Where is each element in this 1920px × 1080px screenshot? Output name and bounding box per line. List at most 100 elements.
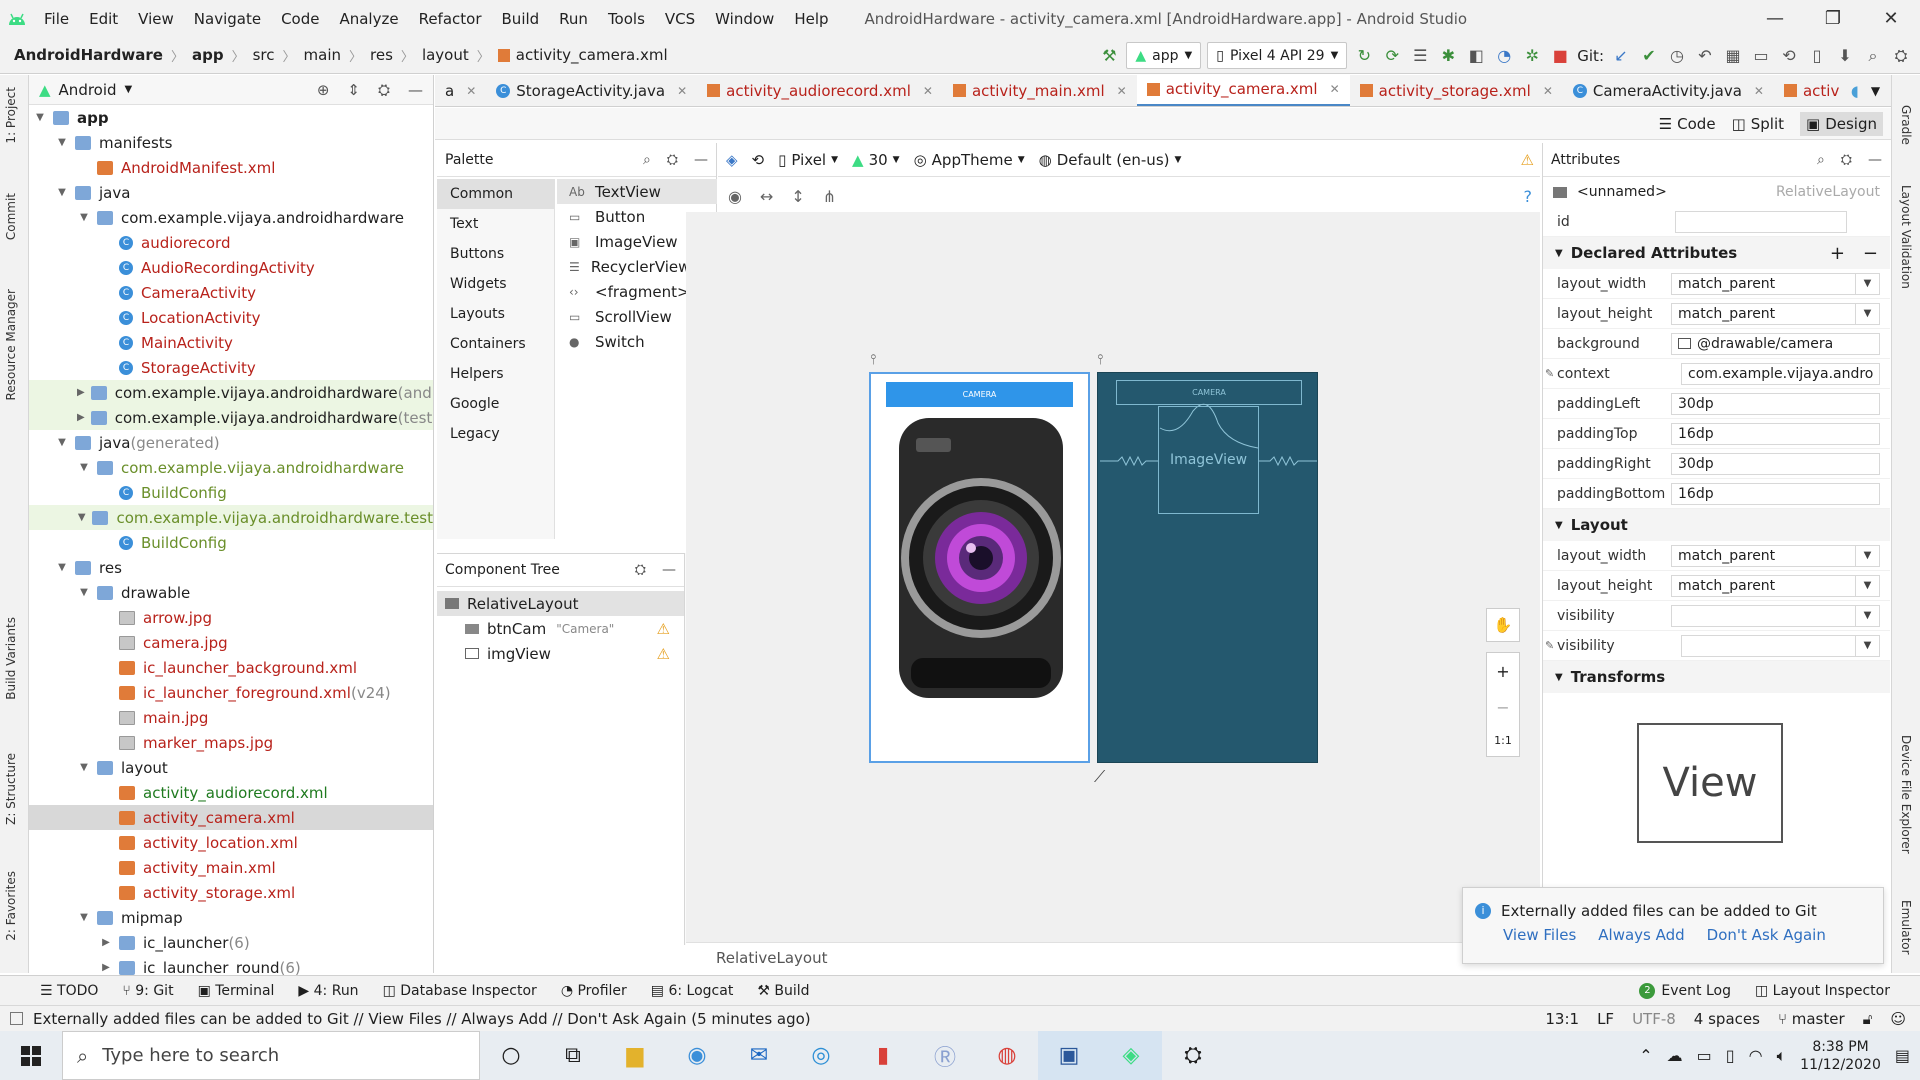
project-tree-node[interactable]: ▶ com.example.vijaya.androidhardware (tes… <box>29 405 433 430</box>
palette-category[interactable]: Containers <box>437 329 554 359</box>
maximize-icon[interactable]: ❐ <box>1804 0 1862 37</box>
run-config-select[interactable]: ▲ app ▼ <box>1126 42 1202 69</box>
avd-manager-icon[interactable]: ▭ <box>1750 45 1772 67</box>
expand-arrow-icon[interactable]: ▼ <box>77 912 91 923</box>
battery-icon[interactable]: ▯ <box>1726 1046 1735 1065</box>
menu-window[interactable]: Window <box>705 10 784 28</box>
breadcrumb-item[interactable]: src <box>253 46 275 64</box>
menu-help[interactable]: Help <box>784 10 838 28</box>
menu-file[interactable]: File <box>34 10 79 28</box>
project-tree-node[interactable]: activity_storage.xml <box>29 880 433 905</box>
project-tree-node[interactable]: ▶ com.example.vijaya.androidhardware (and… <box>29 380 433 405</box>
gear-icon[interactable]: ⛭ <box>635 562 646 578</box>
indent-setting[interactable]: 4 spaces <box>1694 1010 1760 1028</box>
tree-item-btncam[interactable]: btnCam "Camera" ⚠ <box>437 616 684 641</box>
gear-icon[interactable]: ⛭ <box>378 81 390 99</box>
close-tab-icon[interactable]: ✕ <box>466 84 476 98</box>
attribute-value-field[interactable]: 16dp <box>1671 482 1880 505</box>
settings-icon[interactable]: ⛭ <box>1890 45 1912 67</box>
expand-arrow-icon[interactable]: ▶ <box>77 387 85 398</box>
tab-favorites[interactable]: 2: Favorites <box>4 871 18 941</box>
chevron-down-icon[interactable]: ▼ <box>1855 605 1879 626</box>
orientation-icon[interactable]: ⟲ <box>752 151 765 169</box>
project-structure-icon[interactable]: ▦ <box>1722 45 1744 67</box>
zoom-in-icon[interactable]: + <box>1496 662 1509 681</box>
breadcrumb-item[interactable]: activity_camera.xml <box>497 46 668 64</box>
edge-icon[interactable]: ◎ <box>790 1031 852 1080</box>
logcat-tab[interactable]: ▤ 6: Logcat <box>651 983 734 999</box>
expand-arrow-icon[interactable]: ▼ <box>55 562 69 573</box>
zoom-out-icon[interactable]: − <box>1496 698 1509 717</box>
design-preview[interactable]: CAMERA <box>869 372 1090 763</box>
tab-emulator[interactable]: Emulator <box>1899 900 1913 955</box>
expand-arrow-icon[interactable]: ▶ <box>99 962 113 973</box>
menu-analyze[interactable]: Analyze <box>329 10 408 28</box>
expand-arrow-icon[interactable]: ▶ <box>77 412 85 423</box>
menu-vcs[interactable]: VCS <box>655 10 705 28</box>
editor-tab[interactable]: activity_main.xml ✕ <box>943 75 1137 106</box>
project-tree-node[interactable]: main.jpg <box>29 705 433 730</box>
chevron-down-icon[interactable]: ▼ <box>1855 303 1879 324</box>
project-tree-node[interactable]: arrow.jpg <box>29 605 433 630</box>
gear-icon[interactable]: ⛭ <box>1841 152 1852 168</box>
code-mode-button[interactable]: ☰ Code <box>1659 115 1716 133</box>
breadcrumb-item[interactable]: main <box>304 46 341 64</box>
editor-tab[interactable]: activity_camera.xml ✕ <box>1136 75 1350 106</box>
expand-arrow-icon[interactable]: ▼ <box>77 462 91 473</box>
tab-gradle[interactable]: Gradle <box>1899 105 1913 145</box>
attribute-value-field[interactable]: ▼ <box>1671 604 1880 627</box>
attribute-value-field[interactable]: @drawable/camera <box>1671 332 1880 355</box>
todo-tab[interactable]: ☰ TODO <box>40 983 98 999</box>
horizontal-resize-icon[interactable]: ↔ <box>760 187 773 206</box>
remove-attribute-icon[interactable]: − <box>1863 243 1878 264</box>
expand-arrow-icon[interactable]: ▼ <box>55 437 69 448</box>
palette-category[interactable]: Helpers <box>437 359 554 389</box>
eye-icon[interactable]: ◉ <box>728 187 742 206</box>
palette-category[interactable]: Text <box>437 209 554 239</box>
locale-select[interactable]: ◍ Default (en-us) ▼ <box>1039 151 1182 169</box>
git-rollback-icon[interactable]: ↶ <box>1694 45 1716 67</box>
profiler-tab[interactable]: ◔ Profiler <box>561 983 627 999</box>
close-tab-icon[interactable]: ✕ <box>1754 84 1764 98</box>
add-attribute-icon[interactable]: + <box>1830 243 1845 264</box>
close-tab-icon[interactable]: ✕ <box>1330 82 1340 96</box>
project-tree-node[interactable]: C BuildConfig <box>29 530 433 555</box>
project-tree-node[interactable]: activity_main.xml <box>29 855 433 880</box>
project-tree-node[interactable]: C CameraActivity <box>29 280 433 305</box>
expand-arrow-icon[interactable]: ▼ <box>77 762 91 773</box>
tree-item-imgview[interactable]: imgView ⚠ <box>437 641 684 666</box>
chevron-down-icon[interactable]: ▼ <box>1855 545 1879 566</box>
r-app-icon[interactable]: Ⓡ <box>914 1031 976 1080</box>
attribute-value-field[interactable]: match_parent ▼ <box>1671 302 1880 325</box>
project-tree-node[interactable]: ▼ mipmap <box>29 905 433 930</box>
hide-icon[interactable]: — <box>408 81 423 99</box>
clock[interactable]: 8:38 PM 11/12/2020 <box>1800 1038 1881 1074</box>
project-tree-node[interactable]: AndroidManifest.xml <box>29 155 433 180</box>
expand-arrow-icon[interactable]: ▼ <box>33 112 47 123</box>
editor-tab[interactable]: activity_storage.xml ✕ <box>1350 75 1563 106</box>
device-select[interactable]: ▯ Pixel 4 API 29 ▼ <box>1207 42 1348 69</box>
tab-overflow-icon[interactable]: ◖ <box>1851 82 1859 100</box>
hide-icon[interactable]: — <box>694 152 708 168</box>
minimize-icon[interactable]: — <box>1746 0 1804 37</box>
outlook-icon[interactable]: ✉ <box>728 1031 790 1080</box>
wifi-icon[interactable]: ◠ <box>1749 1046 1763 1065</box>
apply-changes-icon[interactable]: ⟳ <box>1381 45 1403 67</box>
onedrive-icon[interactable]: ☁ <box>1667 1046 1683 1065</box>
close-tab-icon[interactable]: ✕ <box>1543 84 1553 98</box>
tab-project[interactable]: 1: Project <box>4 87 18 144</box>
project-tree-node[interactable]: activity_camera.xml <box>29 805 433 830</box>
editor-tab[interactable]: C CameraActivity.java ✕ <box>1563 75 1774 106</box>
search-icon[interactable]: ⌕ <box>643 152 651 168</box>
tab-structure[interactable]: Z: Structure <box>4 753 18 825</box>
close-tab-icon[interactable]: ✕ <box>923 84 933 98</box>
tab-resource-manager[interactable]: Resource Manager <box>4 289 18 400</box>
project-tree-node[interactable]: ▼ com.example.vijaya.androidhardware <box>29 455 433 480</box>
palette-category[interactable]: Google <box>437 389 554 419</box>
project-tree-node[interactable]: ▼ drawable <box>29 580 433 605</box>
attribute-value-field[interactable]: match_parent ▼ <box>1671 544 1880 567</box>
menu-navigate[interactable]: Navigate <box>184 10 271 28</box>
status-message[interactable]: Externally added files can be added to G… <box>33 1010 811 1028</box>
apply-code-changes-icon[interactable]: ☰ <box>1409 45 1431 67</box>
chevron-down-icon[interactable]: ▼ <box>1855 575 1879 596</box>
